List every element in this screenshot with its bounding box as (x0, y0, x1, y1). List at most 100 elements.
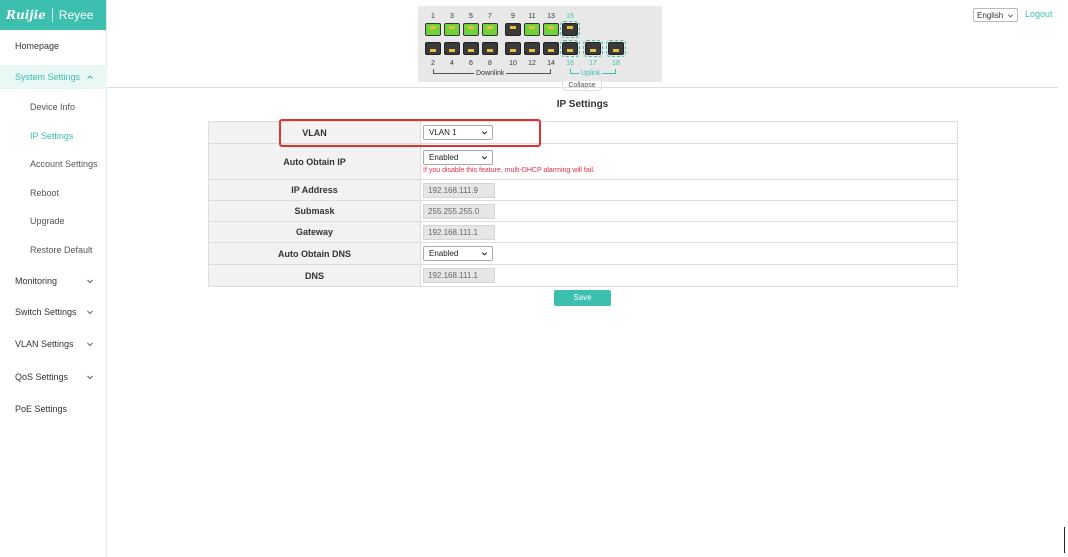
sidebar-subitem-upgrade[interactable]: Upgrade (0, 211, 107, 231)
port-number: 11 (528, 13, 536, 20)
port-11[interactable] (524, 23, 540, 36)
port-number: 3 (450, 13, 454, 20)
save-button[interactable]: Save (554, 290, 611, 306)
ip-address-cell: 192.168.111.9 (421, 180, 957, 200)
brand-logo: Ruijie Reyee (0, 0, 106, 30)
chevron-down-icon (87, 375, 93, 380)
gateway-cell: 192.168.111.1 (421, 222, 957, 242)
auto-ip-cell: Enabled If you disable this feature, mul… (421, 144, 957, 179)
ip-settings-form: VLAN VLAN 1 Auto Obtain IP Enabled If yo… (208, 121, 958, 287)
port-15[interactable] (560, 21, 580, 38)
sidebar-item-qos-settings[interactable]: QoS Settings (0, 365, 107, 389)
sidebar-item-vlan-settings[interactable]: VLAN Settings (0, 332, 107, 356)
port-number: 5 (469, 13, 473, 20)
chevron-down-icon (87, 342, 93, 347)
auto-ip-label: Auto Obtain IP (209, 144, 421, 179)
port-8[interactable] (482, 42, 498, 55)
sidebar-item-label: PoE Settings (15, 404, 68, 414)
port-13[interactable] (543, 23, 559, 36)
ip-address-field: 192.168.111.9 (423, 182, 495, 198)
sidebar-item-homepage[interactable]: Homepage (0, 34, 107, 58)
brand-reyee: Reyee (58, 8, 94, 22)
auto-dns-cell: Enabled (421, 243, 957, 264)
language-select-value: English (977, 10, 1004, 20)
chevron-up-icon (87, 75, 93, 79)
port-9[interactable] (505, 23, 521, 36)
port-18[interactable] (606, 40, 626, 57)
port-10[interactable] (505, 42, 521, 55)
dns-field: 192.168.111.1 (423, 268, 495, 283)
chevron-down-icon (1008, 13, 1013, 17)
port-17[interactable] (583, 40, 603, 57)
port-number: 2 (431, 60, 435, 67)
sidebar-item-system-settings[interactable]: System Settings (0, 65, 107, 89)
page-title: IP Settings (556, 99, 609, 110)
port-7[interactable] (482, 23, 498, 36)
sidebar-item-label: VLAN Settings (15, 339, 74, 349)
sidebar-item-poe-settings[interactable]: PoE Settings (0, 397, 107, 421)
port-number: 10 (509, 60, 517, 67)
port-number: 4 (450, 60, 454, 67)
submask-label: Submask (209, 201, 421, 221)
form-row-gateway: Gateway 192.168.111.1 (209, 222, 957, 243)
port-number: 9 (511, 13, 515, 20)
dhcp-warning-text: If you disable this feature, multi-DHCP … (423, 166, 595, 174)
port-number: 8 (488, 60, 492, 67)
port-16[interactable] (560, 40, 580, 57)
port-number: 13 (547, 13, 555, 20)
port-1[interactable] (425, 23, 441, 36)
dns-label: DNS (209, 265, 421, 286)
sidebar-subitem-ip-settings[interactable]: IP Settings (0, 126, 107, 146)
dns-cell: 192.168.111.1 (421, 265, 957, 286)
form-row-auto-ip: Auto Obtain IP Enabled If you disable th… (209, 144, 957, 180)
submask-cell: 255.255.255.0 (421, 201, 957, 221)
vlan-select[interactable]: VLAN 1 (423, 125, 493, 140)
port-5[interactable] (463, 23, 479, 36)
port-6[interactable] (463, 42, 479, 55)
header-divider (107, 87, 1058, 88)
port-number: 16 (566, 60, 574, 67)
form-row-submask: Submask 255.255.255.0 (209, 201, 957, 222)
port-2[interactable] (425, 42, 441, 55)
sidebar-subitem-account-settings[interactable]: Account Settings (0, 154, 107, 174)
port-4[interactable] (444, 42, 460, 55)
auto-ip-select-value: Enabled (429, 152, 459, 162)
sidebar-item-switch-settings[interactable]: Switch Settings (0, 300, 107, 324)
port-number: 7 (488, 13, 492, 20)
port-3[interactable] (444, 23, 460, 36)
sidebar-item-monitoring[interactable]: Monitoring (0, 269, 107, 293)
collapse-button[interactable]: Collapse (562, 81, 602, 91)
form-row-ip-address: IP Address 192.168.111.9 (209, 180, 957, 201)
port-number: 15 (566, 13, 574, 20)
scrollbar-indicator (1064, 527, 1065, 553)
ip-address-label: IP Address (209, 180, 421, 200)
sidebar-item-label: Switch Settings (15, 307, 77, 317)
chevron-down-icon (87, 310, 93, 315)
chevron-down-icon (481, 252, 488, 256)
brand-divider (51, 8, 53, 22)
sidebar-item-label: System Settings (15, 72, 81, 82)
vlan-cell: VLAN 1 (421, 122, 957, 143)
language-select[interactable]: English (973, 8, 1018, 22)
sidebar-subitem-device-info[interactable]: Device Info (0, 97, 107, 117)
port-number: 1 (431, 13, 435, 20)
port-12[interactable] (524, 42, 540, 55)
form-row-auto-dns: Auto Obtain DNS Enabled (209, 243, 957, 265)
sidebar-item-label: Homepage (15, 41, 60, 51)
logout-link[interactable]: Logout (1025, 9, 1053, 19)
gateway-label: Gateway (209, 222, 421, 242)
port-14[interactable] (543, 42, 559, 55)
port-number: 12 (528, 60, 536, 67)
vlan-select-value: VLAN 1 (429, 128, 457, 137)
sidebar-subitem-restore-default[interactable]: Restore Default (0, 240, 107, 260)
auto-dns-select-value: Enabled (429, 249, 459, 258)
uplink-label: Uplink (579, 70, 603, 77)
sidebar-subitem-reboot[interactable]: Reboot (0, 183, 107, 203)
auto-dns-select[interactable]: Enabled (423, 246, 493, 261)
form-row-dns: DNS 192.168.111.1 (209, 265, 957, 286)
gateway-field: 192.168.111.1 (423, 224, 495, 240)
auto-ip-select[interactable]: Enabled (423, 149, 493, 165)
port-number: 14 (547, 60, 555, 67)
chevron-down-icon (87, 279, 93, 284)
vlan-label: VLAN (209, 122, 421, 143)
